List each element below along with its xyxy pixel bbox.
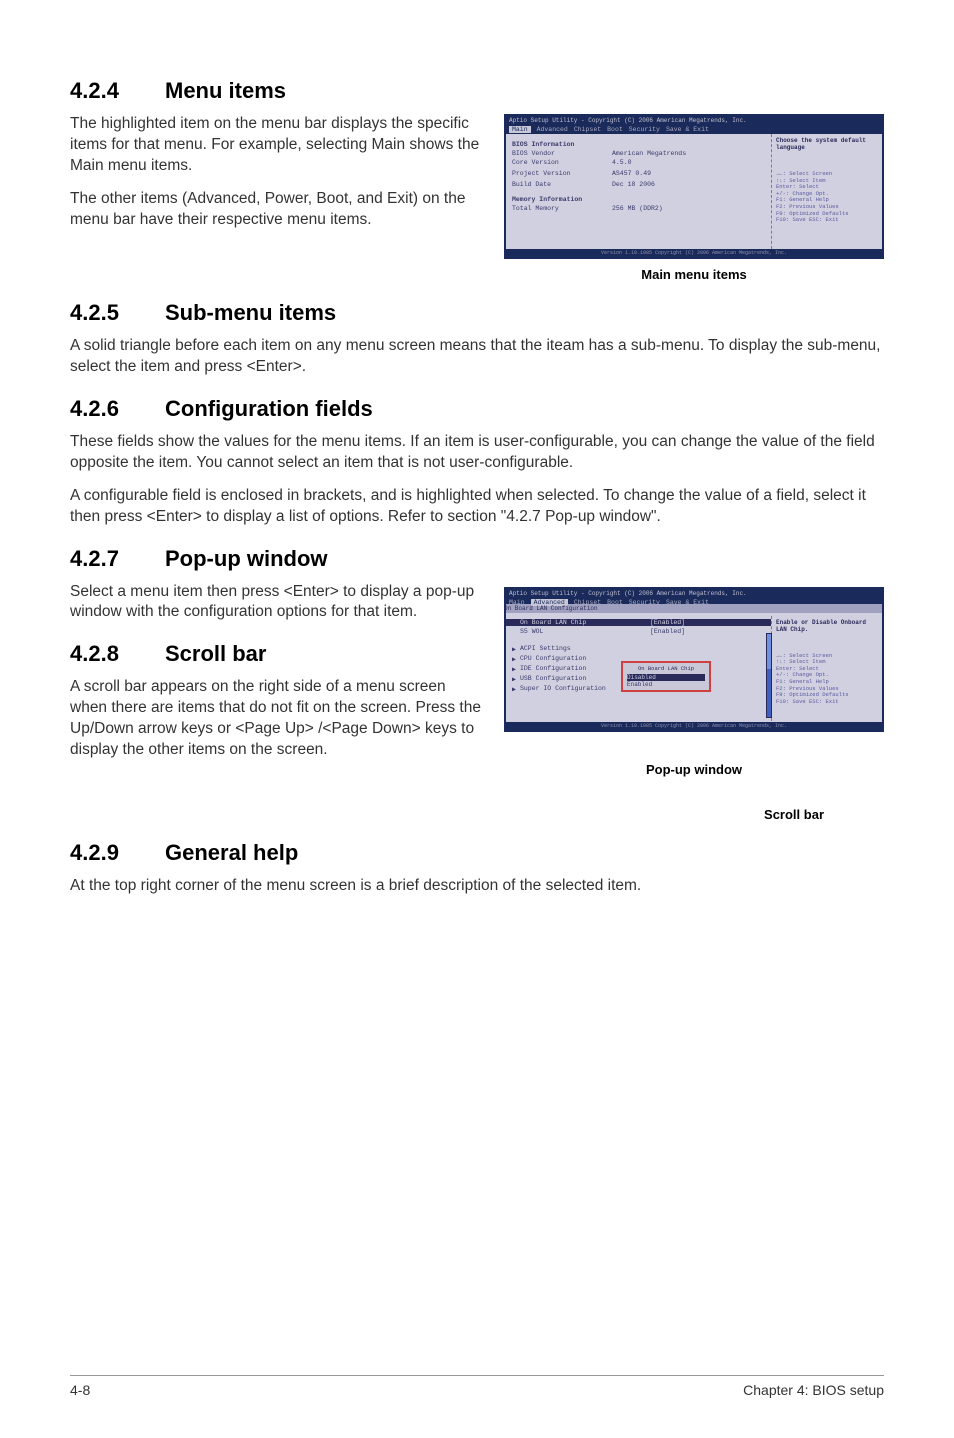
bios-label: Build Date xyxy=(512,181,612,188)
triangle-icon: ▶ xyxy=(512,665,520,673)
callout-popup: Pop-up window xyxy=(504,762,884,777)
bios-item: CPU Configuration xyxy=(520,655,586,663)
bios-label: Total Memory xyxy=(512,205,612,212)
bios-tab: Security xyxy=(629,599,660,606)
paragraph: The other items (Advanced, Power, Boot, … xyxy=(70,189,484,231)
heading-menu-items: 4.2.4Menu items xyxy=(70,78,884,104)
bios-section: Memory Information xyxy=(512,196,765,203)
section-number: 4.2.5 xyxy=(70,300,165,326)
bios-section: BIOS Information xyxy=(512,141,765,148)
bios-tab: Boot xyxy=(607,599,623,606)
bios-menubar: Main Advanced Chipset Boot Security Save… xyxy=(506,125,882,134)
paragraph: At the top right corner of the menu scre… xyxy=(70,876,884,897)
bios-value: American Megatrends xyxy=(612,150,765,157)
bios-footer: Version 1.10.1085 Copyright (C) 2006 Ame… xyxy=(506,722,882,730)
triangle-icon: ▶ xyxy=(512,655,520,663)
bios-tab: Save & Exit xyxy=(666,599,709,606)
bios-item: IDE Configuration xyxy=(520,665,586,673)
bios-tab: Boot xyxy=(607,126,623,133)
heading-config-fields: 4.2.6Configuration fields xyxy=(70,396,884,422)
bios-screenshot-popup: Aptio Setup Utility - Copyright (C) 2006… xyxy=(504,587,884,732)
callout-scrollbar: Scroll bar xyxy=(504,807,884,822)
paragraph: The highlighted item on the menu bar dis… xyxy=(70,114,484,177)
section-number: 4.2.9 xyxy=(70,840,165,866)
bios-label: Project Version xyxy=(512,170,612,177)
chapter-label: Chapter 4: BIOS setup xyxy=(743,1382,884,1398)
section-number: 4.2.8 xyxy=(70,641,165,667)
bios-footer: Version 1.10.1085 Copyright (C) 2006 Ame… xyxy=(506,249,882,257)
bios-help-keys: →←: Select Screen ↑↓: Select Item Enter:… xyxy=(776,653,878,706)
paragraph: A solid triangle before each item on any… xyxy=(70,336,884,378)
section-title: Configuration fields xyxy=(165,396,373,421)
bios-help-text: Choose the system default language xyxy=(776,137,878,151)
bios-item: S5 WOL xyxy=(520,628,650,635)
section-number: 4.2.6 xyxy=(70,396,165,422)
bios-value: 4.5.0 xyxy=(612,159,765,166)
bios-help-keys: →←: Select Screen ↑↓: Select Item Enter:… xyxy=(776,171,878,224)
bios-item: USB Configuration xyxy=(520,675,586,683)
page-number: 4-8 xyxy=(70,1382,90,1398)
heading-general-help: 4.2.9General help xyxy=(70,840,884,866)
bios-titlebar: Aptio Setup Utility - Copyright (C) 2006… xyxy=(506,589,882,598)
heading-scrollbar: 4.2.8Scroll bar xyxy=(70,641,484,667)
bios-item: ACPI Settings xyxy=(520,645,571,653)
bios-item: On Board LAN Chip xyxy=(520,619,650,626)
popup-title: On Board LAN Chip xyxy=(627,665,705,672)
bios-tab: Advanced xyxy=(537,126,568,133)
bios-help-text: Enable or Disable Onboard LAN Chip. xyxy=(776,619,878,633)
popup-option: Enabled xyxy=(627,681,705,688)
bios-label: Core Version xyxy=(512,159,612,166)
bios-titlebar: Aptio Setup Utility - Copyright (C) 2006… xyxy=(506,116,882,125)
triangle-icon: ▶ xyxy=(512,675,520,683)
bios-item: Super IO Configuration xyxy=(520,685,606,693)
bios-tab-main: Main xyxy=(509,126,531,133)
scrollbar xyxy=(766,633,772,718)
bios-value: Dec 18 2006 xyxy=(612,181,765,188)
heading-popup: 4.2.7Pop-up window xyxy=(70,546,884,572)
section-title: Pop-up window xyxy=(165,546,328,571)
bios-value: AS457 0.49 xyxy=(612,170,765,177)
page-footer: 4-8 Chapter 4: BIOS setup xyxy=(70,1375,884,1398)
section-title: Sub-menu items xyxy=(165,300,336,325)
section-number: 4.2.7 xyxy=(70,546,165,572)
bios-item-value: [Enabled] xyxy=(650,619,765,626)
paragraph: Select a menu item then press <Enter> to… xyxy=(70,582,484,624)
bios-screenshot-main: Aptio Setup Utility - Copyright (C) 2006… xyxy=(504,114,884,259)
scrollbar-thumb xyxy=(767,634,771,669)
section-title: Scroll bar xyxy=(165,641,266,666)
paragraph: A scroll bar appears on the right side o… xyxy=(70,677,484,761)
heading-submenu: 4.2.5Sub-menu items xyxy=(70,300,884,326)
triangle-icon: ▶ xyxy=(512,645,520,653)
paragraph: These fields show the values for the men… xyxy=(70,432,884,474)
section-number: 4.2.4 xyxy=(70,78,165,104)
bios-tab: Chipset xyxy=(574,126,601,133)
bios-label: BIOS Vendor xyxy=(512,150,612,157)
bios-tab: Save & Exit xyxy=(666,126,709,133)
bios-value: 256 MB (DDR2) xyxy=(612,205,765,212)
bios-item-value: [Enabled] xyxy=(650,628,765,635)
bios-tab: Security xyxy=(629,126,660,133)
section-title: Menu items xyxy=(165,78,286,103)
paragraph: A configurable field is enclosed in brac… xyxy=(70,486,884,528)
section-title: General help xyxy=(165,840,298,865)
figure-caption: Main menu items xyxy=(504,267,884,282)
popup-option: Disabled xyxy=(627,674,705,681)
triangle-icon: ▶ xyxy=(512,685,520,693)
popup-window: On Board LAN Chip Disabled Enabled xyxy=(621,661,711,692)
